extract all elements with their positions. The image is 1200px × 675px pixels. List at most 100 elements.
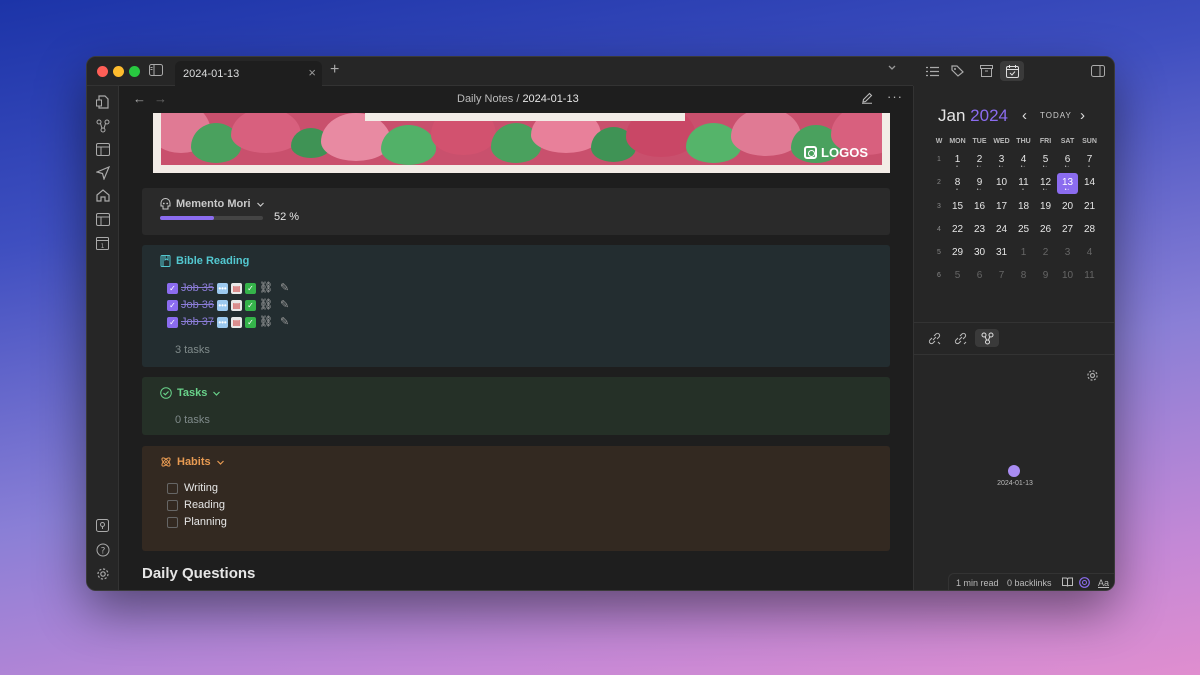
right-sidebar-toggle-icon[interactable]: [1086, 61, 1110, 81]
calendar-day[interactable]: 8 •: [947, 173, 968, 194]
calendar-day[interactable]: 29: [947, 243, 968, 264]
calendar-day[interactable]: 28: [1079, 220, 1100, 241]
calendar-day[interactable]: 8: [1013, 266, 1034, 287]
habit-checkbox[interactable]: [167, 482, 178, 494]
calendar-day[interactable]: 11: [1079, 266, 1100, 287]
daily-note-icon[interactable]: 1: [96, 236, 110, 250]
link-icon[interactable]: ⛓: [259, 299, 273, 311]
calendar-day[interactable]: 3: [1057, 243, 1078, 264]
tasks-title[interactable]: Tasks: [160, 387, 221, 399]
habit-checkbox[interactable]: [167, 516, 178, 528]
sync-status-icon[interactable]: [1079, 577, 1090, 588]
calendar-day[interactable]: 20: [1057, 197, 1078, 218]
memento-mori-title[interactable]: Memento Mori: [160, 198, 265, 210]
breadcrumb-current[interactable]: 2024-01-13: [522, 93, 578, 105]
outgoing-links-icon[interactable]: [948, 329, 972, 347]
link-icon[interactable]: ⛓: [259, 316, 273, 328]
calendar-day[interactable]: 26: [1035, 220, 1056, 241]
file-switcher-icon[interactable]: [96, 95, 110, 109]
calendar-day[interactable]: 22: [947, 220, 968, 241]
graph-settings-gear-icon[interactable]: [1086, 369, 1099, 382]
calendar-day[interactable]: 10 •: [991, 173, 1012, 194]
tab-2024-01-13[interactable]: 2024-01-13 ×: [175, 61, 322, 86]
calendar-day[interactable]: 14: [1079, 173, 1100, 194]
calendar-day[interactable]: 21: [1079, 197, 1100, 218]
calendar-day[interactable]: 5: [947, 266, 968, 287]
zoom-window-button[interactable]: [129, 66, 140, 77]
calendar-day[interactable]: 23: [969, 220, 990, 241]
calendar-day-today[interactable]: 13 •◦: [1057, 173, 1078, 195]
week-number[interactable]: 6: [932, 266, 946, 279]
week-number[interactable]: 2: [932, 173, 946, 186]
calendar-day[interactable]: 4 •◦: [1013, 150, 1034, 171]
calendar-day[interactable]: 7 •: [1079, 150, 1100, 171]
calendar-day[interactable]: 4: [1079, 243, 1100, 264]
week-number[interactable]: 4: [932, 220, 946, 233]
habit-checkbox[interactable]: [167, 499, 178, 511]
calendar-day[interactable]: 30: [969, 243, 990, 264]
backlinks-icon[interactable]: [922, 329, 946, 347]
calendar-day[interactable]: 2 •◦: [969, 150, 990, 171]
minimize-window-button[interactable]: [113, 66, 124, 77]
calendar-day[interactable]: 27: [1057, 220, 1078, 241]
week-number[interactable]: 3: [932, 197, 946, 210]
calendar-day[interactable]: 11 •: [1013, 173, 1034, 194]
calendar-day[interactable]: 12 •◦: [1035, 173, 1056, 194]
calendar-day[interactable]: 1 •: [947, 150, 968, 171]
calendar-day[interactable]: 16: [969, 197, 990, 218]
task-label[interactable]: Job 37: [181, 316, 214, 328]
week-number[interactable]: 1: [932, 150, 946, 163]
send-icon[interactable]: [96, 166, 110, 180]
calendar-day[interactable]: 2: [1035, 243, 1056, 264]
habits-title[interactable]: Habits: [160, 456, 225, 468]
breadcrumb-folder[interactable]: Daily Notes: [457, 93, 513, 105]
task-checkbox[interactable]: ✓: [167, 282, 178, 294]
calendar-day[interactable]: 5 •◦: [1035, 150, 1056, 171]
calendar-day[interactable]: 6 •◦: [1057, 150, 1078, 171]
home-icon[interactable]: [96, 189, 110, 203]
help-icon[interactable]: ?: [96, 543, 110, 557]
pencil-icon[interactable]: ✎: [280, 282, 289, 294]
calendar-day[interactable]: 9: [1035, 266, 1056, 287]
canvas-icon[interactable]: [96, 143, 110, 157]
graph-node[interactable]: [1008, 465, 1020, 477]
tab-list-chevron-icon[interactable]: [887, 63, 897, 73]
tags-icon[interactable]: [946, 61, 970, 81]
calendar-day[interactable]: 10: [1057, 266, 1078, 287]
calendar-today-button[interactable]: TODAY: [1040, 111, 1072, 120]
new-tab-button[interactable]: +: [330, 61, 339, 79]
task-label[interactable]: Job 36: [181, 299, 214, 311]
calendar-day[interactable]: 1: [1013, 243, 1034, 264]
bible-reading-title[interactable]: Bible Reading: [160, 255, 249, 267]
calendar-icon[interactable]: [1000, 61, 1024, 81]
backlinks-count[interactable]: 0 backlinks: [1007, 578, 1052, 588]
pencil-icon[interactable]: ✎: [280, 299, 289, 311]
calendar-day[interactable]: 18: [1013, 197, 1034, 218]
calendar-prev-button[interactable]: ‹: [1022, 107, 1027, 124]
nav-back-button[interactable]: ←: [133, 91, 146, 106]
task-label[interactable]: Job 35: [181, 282, 214, 294]
outline-icon[interactable]: [920, 61, 944, 81]
calendar-day[interactable]: 19: [1035, 197, 1056, 218]
calendar-day[interactable]: 25: [1013, 220, 1034, 241]
close-window-button[interactable]: [97, 66, 108, 77]
templates-icon[interactable]: [96, 213, 110, 227]
calendar-day[interactable]: 7: [991, 266, 1012, 287]
local-graph-icon[interactable]: [975, 329, 999, 347]
settings-gear-icon[interactable]: [96, 567, 110, 581]
vault-switcher-icon[interactable]: [96, 519, 110, 533]
calendar-day[interactable]: 31: [991, 243, 1012, 264]
calendar-day[interactable]: 3 •◦: [991, 150, 1012, 171]
left-sidebar-toggle-icon[interactable]: [149, 64, 165, 78]
calendar-day[interactable]: 17: [991, 197, 1012, 218]
calendar-next-button[interactable]: ›: [1080, 107, 1085, 124]
archive-icon[interactable]: [974, 61, 998, 81]
task-checkbox[interactable]: ✓: [167, 316, 178, 328]
link-icon[interactable]: ⛓: [259, 282, 273, 294]
edit-pencil-icon[interactable]: [861, 92, 873, 104]
more-options-button[interactable]: ···: [887, 89, 903, 104]
reading-view-book-icon[interactable]: [1062, 577, 1073, 587]
calendar-day[interactable]: 6: [969, 266, 990, 287]
pencil-icon[interactable]: ✎: [280, 316, 289, 328]
task-checkbox[interactable]: ✓: [167, 299, 178, 311]
